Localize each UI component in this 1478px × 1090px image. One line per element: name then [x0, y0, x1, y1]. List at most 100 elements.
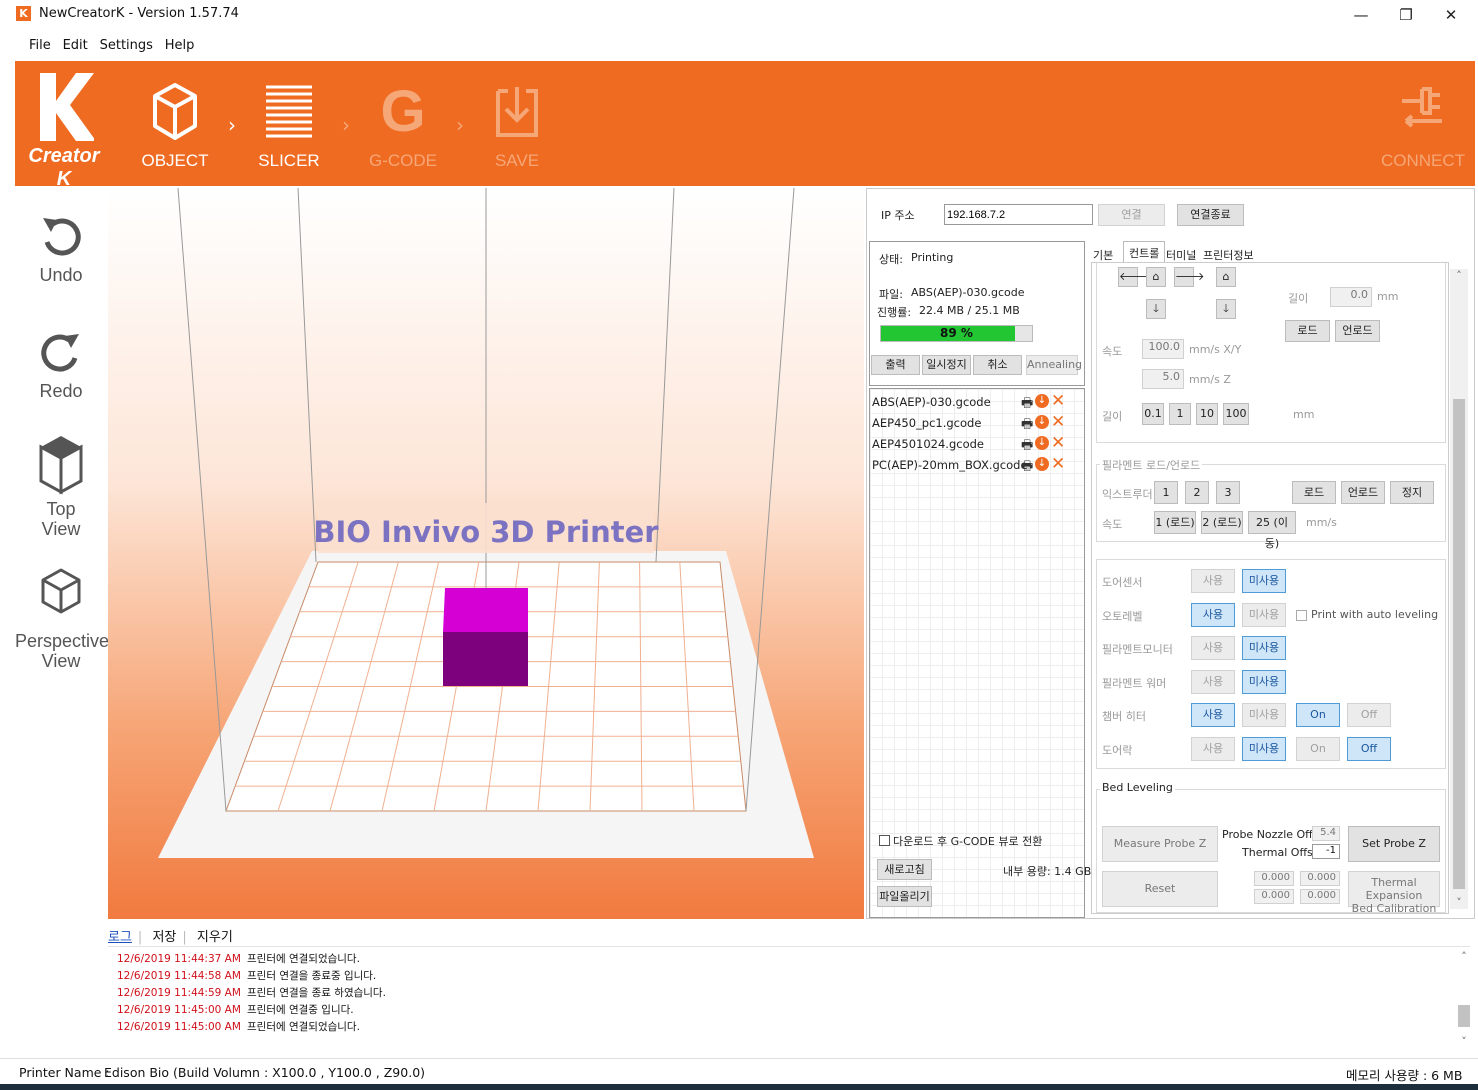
menu-help[interactable]: Help: [161, 33, 199, 59]
scroll-up-icon[interactable]: ˄: [1450, 269, 1468, 282]
filament-speed-1-button[interactable]: 1 (로드): [1154, 511, 1196, 534]
download-file-icon[interactable]: ↓: [1035, 394, 1049, 408]
download-file-icon[interactable]: ↓: [1035, 415, 1049, 429]
move-down-z-button[interactable]: 🡓: [1216, 299, 1236, 319]
restore-icon[interactable]: ❐: [1391, 4, 1421, 26]
print-file-icon[interactable]: 🖶: [1021, 394, 1033, 416]
setting-off-button[interactable]: Off: [1347, 736, 1391, 761]
extruder-1-button[interactable]: 1: [1154, 481, 1178, 504]
menu-settings[interactable]: Settings: [96, 33, 157, 59]
set-probe-button[interactable]: Set Probe Z Offset: [1348, 826, 1440, 884]
setting-use-button[interactable]: 사용: [1191, 602, 1235, 627]
setting-nouse-button[interactable]: 미사용: [1242, 569, 1286, 593]
thermal-offset-input[interactable]: -1: [1312, 844, 1340, 859]
setting-use-button[interactable]: 사용: [1191, 736, 1235, 761]
delete-file-icon[interactable]: ✕: [1051, 454, 1065, 474]
setting-use-button[interactable]: 사용: [1191, 636, 1235, 660]
step-0.1-button[interactable]: 0.1: [1142, 403, 1164, 425]
upload-button[interactable]: 파일올리기: [877, 886, 932, 907]
pause-button[interactable]: 일시정지: [922, 355, 971, 375]
undo-button[interactable]: Undo: [15, 212, 107, 285]
download-file-icon[interactable]: ↓: [1035, 436, 1049, 450]
extrude-load-button[interactable]: 로드: [1285, 320, 1330, 342]
connect-button[interactable]: CONNECT: [1378, 81, 1468, 170]
disconnect-button[interactable]: 연결종료: [1177, 204, 1244, 226]
filament-speed-25-button[interactable]: 25 (이동): [1248, 511, 1296, 550]
setting-use-button[interactable]: 사용: [1191, 569, 1235, 593]
log-scroll-up-icon[interactable]: ˄: [1455, 950, 1473, 963]
file-list-item[interactable]: AEP450_pc1.gcode 🖶 ↓ ✕: [872, 412, 1072, 437]
tab-terminal[interactable]: 터미널: [1166, 247, 1196, 263]
move-right-button[interactable]: 🡒: [1174, 267, 1205, 287]
setting-nouse-button[interactable]: 미사용: [1242, 703, 1286, 727]
thermal-calibration-button[interactable]: Thermal Expansion Bed Calibration: [1348, 871, 1440, 913]
model-top[interactable]: [443, 588, 528, 632]
extrude-unload-button[interactable]: 언로드: [1335, 320, 1380, 342]
top-view-button[interactable]: Top View: [15, 434, 107, 539]
speed-z-input[interactable]: 5.0: [1142, 369, 1184, 389]
delete-file-icon[interactable]: ✕: [1051, 391, 1065, 411]
tab-control[interactable]: 컨트롤: [1129, 245, 1159, 261]
connect-ip-button[interactable]: 연결: [1098, 204, 1165, 226]
save-log-tab[interactable]: 저장: [146, 930, 182, 945]
redo-button[interactable]: Redo: [15, 328, 107, 401]
step-1-button[interactable]: 1: [1169, 403, 1191, 425]
setting-nouse-button[interactable]: 미사용: [1242, 669, 1286, 694]
delete-file-icon[interactable]: ✕: [1051, 433, 1065, 453]
length-input[interactable]: 0.0: [1330, 287, 1372, 307]
build-plate-scene[interactable]: BIO Invivo 3D Printer: [108, 188, 864, 919]
home-z-button[interactable]: ⌂: [1216, 267, 1236, 287]
perspective-view-button[interactable]: Perspective View: [15, 566, 109, 671]
file-list-item[interactable]: PC(AEP)-20mm_BOX.gcode 🖶 ↓ ✕: [872, 454, 1072, 479]
setting-use-button[interactable]: 사용: [1191, 669, 1235, 694]
thermal-x-input[interactable]: 0.000: [1254, 871, 1294, 886]
filament-unload-button[interactable]: 언로드: [1341, 481, 1385, 504]
file-list-item[interactable]: AEP4501024.gcode 🖶 ↓ ✕: [872, 433, 1072, 458]
setting-use-button[interactable]: 사용: [1191, 703, 1235, 727]
delete-file-icon[interactable]: ✕: [1051, 412, 1065, 432]
print-file-icon[interactable]: 🖶: [1021, 457, 1033, 479]
move-left-button[interactable]: 🡐: [1118, 267, 1149, 287]
calib-x-input[interactable]: 0.000: [1254, 889, 1294, 904]
measure-probe-button[interactable]: Measure Probe Z Offset: [1102, 826, 1218, 884]
control-scrollbar[interactable]: ˄ ˅: [1450, 269, 1468, 909]
filament-speed-2-button[interactable]: 2 (로드): [1201, 511, 1243, 534]
menu-file[interactable]: File: [25, 33, 55, 59]
setting-nouse-button[interactable]: 미사용: [1242, 736, 1286, 761]
minimize-icon[interactable]: —: [1346, 4, 1376, 26]
log-tab[interactable]: 로그: [108, 930, 138, 945]
calib-y-input[interactable]: 0.000: [1300, 889, 1340, 904]
file-list-item[interactable]: ABS(AEP)-030.gcode 🖶 ↓ ✕: [872, 391, 1072, 416]
clear-log-tab[interactable]: 지우기: [191, 930, 239, 945]
log-scroll-down-icon[interactable]: ˅: [1455, 1035, 1473, 1048]
step-object-button[interactable]: OBJECT: [130, 81, 220, 170]
print-file-icon[interactable]: 🖶: [1021, 436, 1033, 458]
print-file-icon[interactable]: 🖶: [1021, 415, 1033, 437]
setting-nouse-button[interactable]: 미사용: [1242, 636, 1286, 660]
close-icon[interactable]: ✕: [1436, 4, 1466, 26]
home-xy-button[interactable]: ⌂: [1146, 267, 1166, 287]
refresh-button[interactable]: 새로고침: [877, 859, 932, 880]
move-down-y-button[interactable]: 🡓: [1146, 299, 1166, 319]
annealing-button[interactable]: Annealing: [1026, 355, 1082, 375]
menu-edit[interactable]: Edit: [59, 33, 92, 59]
model-front[interactable]: [443, 632, 528, 686]
step-100-button[interactable]: 100: [1223, 403, 1249, 425]
thermal-y-input[interactable]: 0.000: [1300, 871, 1340, 886]
setting-nouse-button[interactable]: 미사용: [1242, 602, 1286, 627]
probe-offset-input[interactable]: 5.4: [1312, 826, 1340, 841]
log-scrollbar[interactable]: ˄ ˅: [1455, 950, 1473, 1048]
filament-load-button[interactable]: 로드: [1292, 481, 1336, 504]
step-slicer-button[interactable]: SLICER: [244, 81, 334, 170]
log-scroll-thumb[interactable]: [1458, 1005, 1470, 1027]
setting-on-button[interactable]: On: [1296, 703, 1340, 727]
reset-button[interactable]: Reset: [1102, 871, 1218, 907]
tab-printer-info[interactable]: 프린터정보: [1203, 247, 1254, 263]
setting-off-button[interactable]: Off: [1347, 703, 1391, 727]
cancel-button[interactable]: 취소: [973, 355, 1022, 375]
ip-input[interactable]: [944, 204, 1093, 225]
setting-on-button[interactable]: On: [1296, 736, 1340, 761]
step-10-button[interactable]: 10: [1196, 403, 1218, 425]
auto-leveling-checkbox[interactable]: [1296, 609, 1307, 621]
extruder-2-button[interactable]: 2: [1185, 481, 1209, 504]
